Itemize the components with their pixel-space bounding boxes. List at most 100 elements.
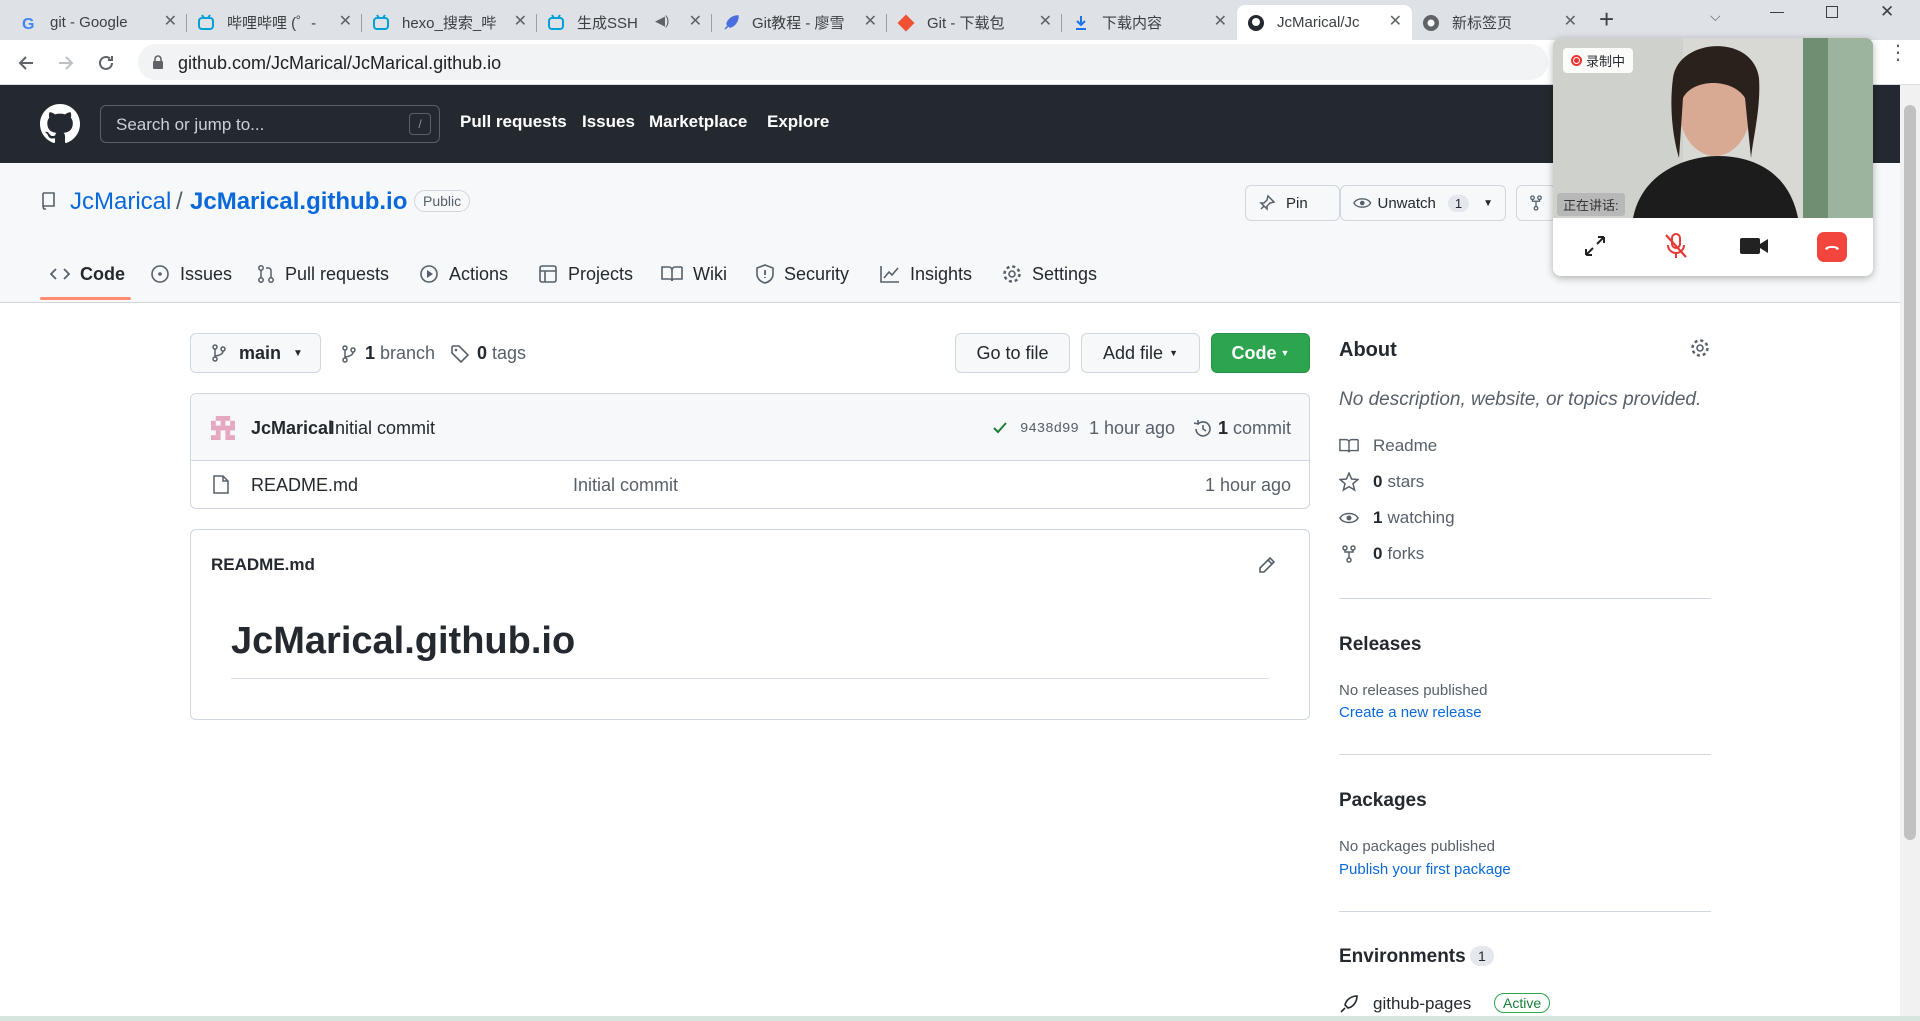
browser-tab[interactable]: 新标签页 ✕ <box>1412 5 1587 40</box>
scrollbar[interactable] <box>1900 85 1920 1016</box>
browser-tab[interactable]: Git教程 - 廖雪 ✕ <box>712 5 887 40</box>
eye-icon <box>1353 198 1372 208</box>
releases-title[interactable]: Releases <box>1339 634 1421 656</box>
search-input[interactable]: Search or jump to... / <box>100 105 440 143</box>
create-release-link[interactable]: Create a new release <box>1339 704 1482 721</box>
close-tab-icon[interactable]: ✕ <box>514 13 527 31</box>
commit-history-link[interactable]: 1 commit <box>1193 418 1291 439</box>
gear-icon[interactable] <box>1690 338 1710 358</box>
file-name-link[interactable]: README.md <box>251 475 358 496</box>
code-label: Code <box>1231 342 1277 363</box>
unwatch-button[interactable]: Unwatch 1 ▼ <box>1340 185 1506 221</box>
packages-title[interactable]: Packages <box>1339 790 1427 812</box>
pencil-icon[interactable] <box>1258 556 1276 574</box>
browser-tab[interactable]: Git - 下载包 ✕ <box>887 5 1062 40</box>
close-tab-icon[interactable]: ✕ <box>864 13 877 31</box>
tab-wiki[interactable]: Wiki <box>661 259 727 289</box>
code-button[interactable]: Code ▼ <box>1211 333 1310 373</box>
bilibili-icon <box>548 13 564 30</box>
browser-tab[interactable]: hexo_搜索_哔 ✕ <box>362 5 537 40</box>
tab-label: Code <box>80 263 125 284</box>
browser-tab[interactable]: G git - Google ✕ <box>10 5 187 40</box>
branches-link[interactable]: 1 branch <box>341 343 435 364</box>
tab-search-icon[interactable]: ⌵ <box>1710 8 1721 25</box>
tab-pull-requests[interactable]: Pull requests <box>257 259 389 289</box>
close-tab-icon[interactable]: ✕ <box>1214 13 1227 31</box>
forward-icon[interactable] <box>56 53 76 73</box>
add-file-button[interactable]: Add file ▼ <box>1081 333 1200 373</box>
releases-status: No releases published <box>1339 682 1488 699</box>
environments-title[interactable]: Environments <box>1339 946 1466 968</box>
fork-button[interactable] <box>1516 185 1556 221</box>
issue-icon <box>151 265 169 283</box>
tab-label: Issues <box>180 263 233 284</box>
go-to-file-button[interactable]: Go to file <box>955 333 1070 373</box>
stars-count: 0 <box>1373 472 1383 491</box>
stars-link[interactable]: 0 stars <box>1339 472 1424 492</box>
file-commit-time: 1 hour ago <box>1205 475 1292 495</box>
audio-icon[interactable]: ◀) <box>655 13 669 29</box>
avatar[interactable] <box>211 416 235 440</box>
google-icon: G <box>22 16 34 32</box>
forks-link[interactable]: 0 forks <box>1339 544 1424 564</box>
browser-menu-icon[interactable]: ⋮ <box>1888 43 1908 63</box>
tab-insights[interactable]: Insights <box>880 259 972 289</box>
tab-actions[interactable]: Actions <box>419 259 508 289</box>
browser-tab[interactable]: 哔哩哔哩 (゜- ✕ <box>187 5 362 40</box>
readme-link[interactable]: Readme <box>1339 436 1437 456</box>
close-window-icon[interactable]: ✕ <box>1880 2 1894 22</box>
tab-settings[interactable]: Settings <box>1002 259 1097 289</box>
file-commit-message[interactable]: Initial commit <box>573 475 678 496</box>
scrollbar-thumb[interactable] <box>1904 105 1916 840</box>
hang-up-button[interactable] <box>1817 232 1847 262</box>
browser-tab[interactable]: 生成SSH ◀) ✕ <box>537 5 712 40</box>
forks-count: 0 <box>1373 544 1383 563</box>
close-tab-icon[interactable]: ✕ <box>1564 13 1577 31</box>
close-tab-icon[interactable]: ✕ <box>339 13 352 31</box>
commit-author[interactable]: JcMarical <box>251 418 333 439</box>
browser-tab[interactable]: 下载内容 ✕ <box>1062 5 1237 40</box>
back-icon[interactable] <box>16 53 36 73</box>
tab-label: 下载内容 <box>1102 15 1163 32</box>
tab-label: Settings <box>1032 263 1098 284</box>
close-tab-icon[interactable]: ✕ <box>1389 13 1402 31</box>
pin-button[interactable]: Pin <box>1245 185 1340 221</box>
video-call-window[interactable]: 录制中 正在讲话: <box>1553 38 1873 276</box>
reload-icon[interactable] <box>96 53 116 73</box>
tab-code[interactable]: Code <box>50 259 125 289</box>
new-tab-button[interactable]: + <box>1599 4 1614 35</box>
tab-issues[interactable]: Issues <box>150 259 232 289</box>
publish-package-link[interactable]: Publish your first package <box>1339 861 1511 878</box>
camera-icon[interactable] <box>1739 235 1769 257</box>
lock-icon[interactable] <box>152 55 164 69</box>
expand-icon[interactable] <box>1583 234 1607 258</box>
chevron-down-icon[interactable]: ▼ <box>1483 198 1493 209</box>
tags-link[interactable]: 0 tags <box>451 343 526 364</box>
commit-sha[interactable]: 9438d99 <box>1020 421 1079 437</box>
url-text[interactable]: github.com/JcMarical/JcMarical.github.io <box>178 53 501 74</box>
check-icon[interactable] <box>992 421 1008 435</box>
close-tab-icon[interactable]: ✕ <box>1039 13 1052 31</box>
watching-link[interactable]: 1 watching <box>1339 508 1455 528</box>
commit-message[interactable]: Initial commit <box>330 418 435 439</box>
browser-tab-active[interactable]: JcMarical/Jc ✕ <box>1237 5 1412 40</box>
environment-link[interactable]: github-pages <box>1373 994 1471 1014</box>
tab-security[interactable]: Security <box>756 259 849 289</box>
restore-icon[interactable] <box>1826 6 1838 18</box>
close-tab-icon[interactable]: ✕ <box>689 13 702 31</box>
nav-issues[interactable]: Issues <box>582 112 635 132</box>
file-icon <box>213 475 229 494</box>
mic-muted-icon[interactable] <box>1663 232 1689 260</box>
repo-name-link[interactable]: JcMarical.github.io <box>190 188 407 216</box>
nav-explore[interactable]: Explore <box>767 112 829 132</box>
omnibox[interactable]: github.com/JcMarical/JcMarical.github.io <box>138 44 1548 80</box>
minimize-icon[interactable] <box>1770 12 1784 13</box>
close-tab-icon[interactable]: ✕ <box>164 13 177 31</box>
tab-projects[interactable]: Projects <box>538 259 633 289</box>
github-logo-icon[interactable] <box>40 104 80 144</box>
repo-owner-link[interactable]: JcMarical <box>70 188 171 216</box>
nav-pull-requests[interactable]: Pull requests <box>460 112 567 132</box>
branch-select-button[interactable]: main ▼ <box>190 333 321 373</box>
nav-marketplace[interactable]: Marketplace <box>649 112 747 132</box>
table-row[interactable]: README.md Initial commit 1 hour ago <box>191 461 1309 508</box>
